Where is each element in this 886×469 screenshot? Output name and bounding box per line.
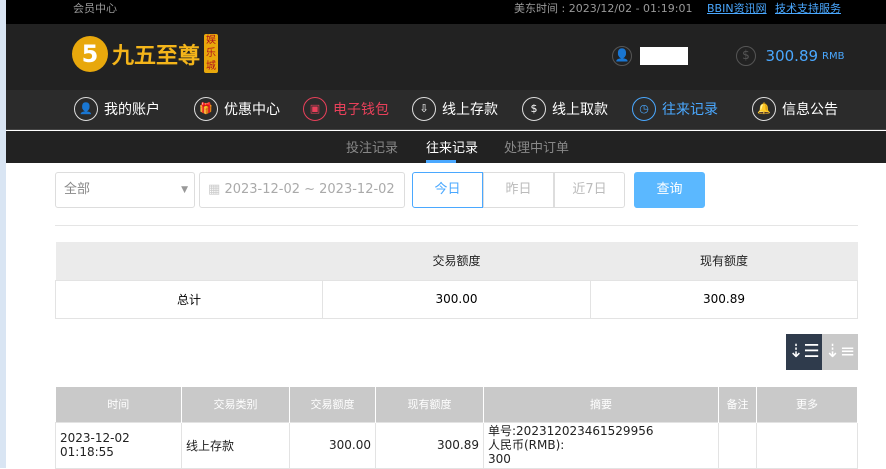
main-nav: 👤 我的账户 🎁 优惠中心 ▣ 电子钱包 ⇩ 线上存款 $ 线上取款 ◷ 往来记录 🔔 信息公…: [6, 90, 886, 130]
member-center-link[interactable]: 会员中心: [73, 0, 117, 16]
dollar-icon: $: [736, 46, 756, 66]
nav-deposit[interactable]: ⇩ 线上存款: [412, 97, 498, 121]
nav-announcements[interactable]: 🔔 信息公告: [752, 97, 838, 121]
tab-pending-orders[interactable]: 处理中订单: [504, 137, 569, 156]
withdraw-icon: $: [522, 97, 546, 121]
active-tab-indicator: [426, 160, 456, 163]
last-7-days-button[interactable]: 近7日: [554, 172, 625, 208]
divider: [55, 225, 858, 226]
logo-text: 九五至尊: [112, 43, 201, 69]
top-bar: 会员中心 美东时间 : 2023/12/02 - 01:19:01 BBIN资讯…: [6, 0, 886, 24]
support-link[interactable]: 技术支持服务: [775, 0, 841, 16]
nav-withdraw[interactable]: $ 线上取款: [522, 97, 608, 121]
yesterday-button[interactable]: 昨日: [483, 172, 554, 208]
tab-transaction-records[interactable]: 往来记录: [426, 137, 478, 156]
logo-badge: 娱乐城: [204, 34, 219, 73]
gift-icon: 🎁: [194, 97, 218, 121]
type-select[interactable]: 全部 ▼: [55, 172, 195, 208]
bell-icon: 🔔: [752, 97, 776, 121]
nav-promotions[interactable]: 🎁 优惠中心: [194, 97, 280, 121]
est-time: 美东时间 : 2023/12/02 - 01:19:01: [514, 2, 693, 15]
calendar-icon: ▦: [208, 182, 221, 197]
bbin-link[interactable]: BBIN资讯网: [707, 0, 767, 16]
date-range-input[interactable]: ▦ 2023-12-02 ~ 2023-12-02: [199, 172, 405, 208]
logo-mark: 5: [72, 35, 108, 72]
currency: RMB: [822, 50, 845, 62]
balance: $ 300.89 RMB: [736, 46, 844, 66]
nav-records[interactable]: ◷ 往来记录: [632, 97, 718, 121]
username-masked: [640, 47, 688, 65]
deposit-icon: ⇩: [412, 97, 436, 121]
wallet-icon: ▣: [303, 97, 327, 121]
sort-desc-button[interactable]: ⇣☰: [786, 334, 822, 370]
sub-nav: 投注记录 往来记录 处理中订单: [6, 131, 886, 163]
transactions-table: 时间 交易类别 交易额度 现有额度 摘要 备注 更多 2023-12-02 01:18:55…: [55, 387, 858, 469]
tab-bet-records[interactable]: 投注记录: [346, 137, 398, 156]
nav-my-account[interactable]: 👤 我的账户: [74, 97, 160, 121]
sort-asc-button[interactable]: ⇣≡: [822, 334, 858, 370]
records-icon: ◷: [632, 97, 656, 121]
user-icon: 👤: [74, 97, 98, 121]
nav-ewallet[interactable]: ▣ 电子钱包: [303, 97, 389, 121]
query-button[interactable]: 查询: [634, 172, 705, 208]
user-icon: 👤: [612, 46, 632, 66]
summary-table: 交易额度 现有额度 总计 300.00 300.89: [55, 242, 858, 319]
logo[interactable]: 5 九五至尊 娱乐城: [72, 34, 219, 73]
chevron-down-icon: ▼: [181, 185, 188, 195]
balance-value: 300.89: [765, 47, 819, 65]
table-row: 2023-12-02 01:18:55 线上存款 300.00 300.89 单号:…: [55, 421, 858, 469]
today-button[interactable]: 今日: [412, 172, 483, 208]
header: 5 九五至尊 娱乐城 👤 $ 300.89 RMB: [6, 24, 886, 90]
user-info[interactable]: 👤: [612, 46, 688, 66]
